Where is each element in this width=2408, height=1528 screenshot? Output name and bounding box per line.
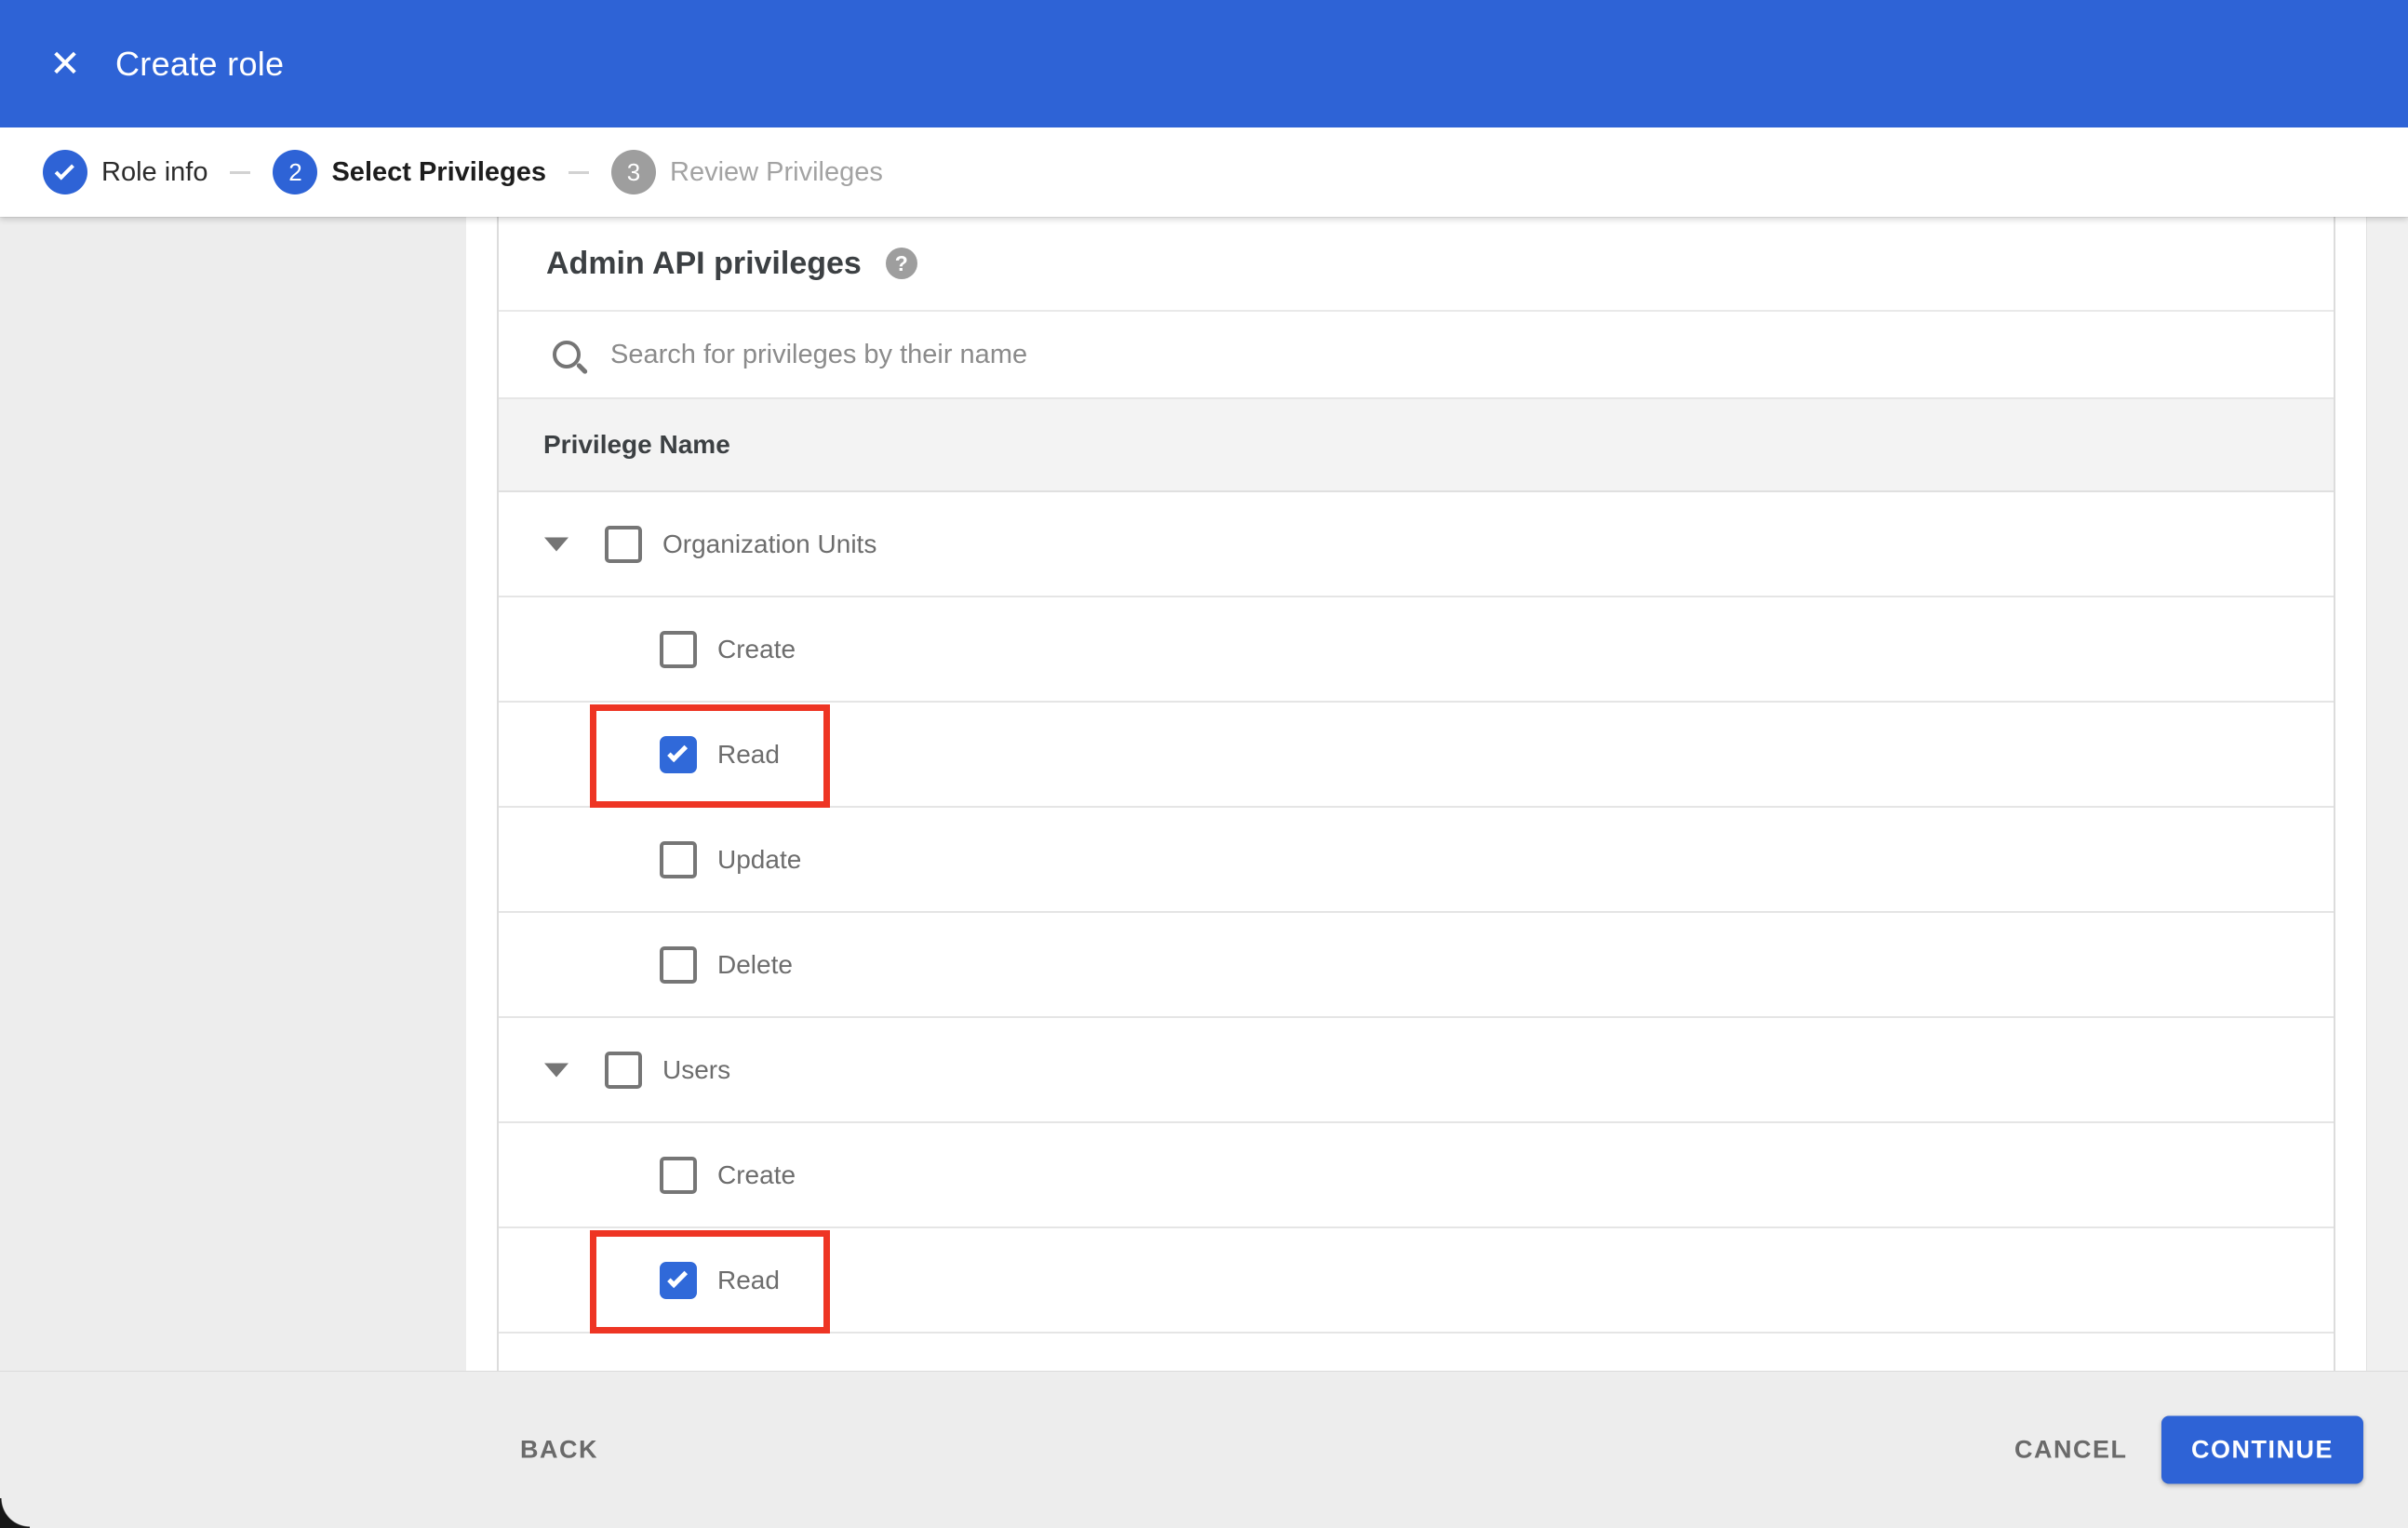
table-row[interactable]: Update <box>499 808 2334 913</box>
search-row <box>499 312 2334 399</box>
step-label: Role info <box>101 156 208 187</box>
privilege-checkbox[interactable] <box>660 945 697 984</box>
search-input[interactable] <box>610 339 2334 370</box>
privilege-label: Delete <box>717 949 793 979</box>
app-bar: ✕ Create role <box>0 0 2408 127</box>
step-number-circle: 2 <box>273 150 318 194</box>
table-row[interactable]: Users <box>499 1018 2334 1123</box>
collapse-caret-icon[interactable] <box>544 537 569 551</box>
close-icon[interactable]: ✕ <box>39 38 91 90</box>
column-header-privilege-name: Privilege Name <box>543 430 730 459</box>
privilege-checkbox[interactable] <box>605 525 642 563</box>
search-icon <box>553 341 581 369</box>
table-row[interactable]: Delete <box>499 913 2334 1018</box>
table-row[interactable]: Read <box>499 703 2334 808</box>
step-label: Select Privileges <box>331 156 546 187</box>
cancel-button[interactable]: CANCEL <box>2014 1436 2128 1465</box>
create-role-dialog: ✕ Create role Role info 2 Select Privile… <box>0 0 2408 1528</box>
privilege-checkbox[interactable] <box>605 1051 642 1089</box>
step-connector <box>230 170 251 174</box>
step-complete-circle <box>43 150 87 194</box>
step-select-privileges[interactable]: 2 Select Privileges <box>273 150 546 194</box>
step-number-circle: 3 <box>611 150 656 194</box>
stepper: Role info 2 Select Privileges 3 Review P… <box>0 127 2408 217</box>
table-row[interactable]: Read <box>499 1228 2334 1334</box>
step-label: Review Privileges <box>670 156 883 187</box>
step-role-info[interactable]: Role info <box>43 150 207 194</box>
dialog-title: Create role <box>115 44 285 83</box>
privilege-label: Update <box>717 844 802 874</box>
privilege-label: Create <box>717 1159 796 1189</box>
privilege-checkbox[interactable] <box>660 630 697 668</box>
left-background-panel <box>0 217 466 1528</box>
privilege-checkbox[interactable] <box>660 840 697 878</box>
privileges-table: Organization Units Create Read Update De… <box>499 492 2334 1334</box>
highlight-box <box>590 704 830 808</box>
card-heading-row: Admin API privileges ? <box>499 217 2334 312</box>
privilege-checkbox[interactable] <box>660 1156 697 1194</box>
privileges-card: Admin API privileges ? Privilege Name Or… <box>497 217 2335 1528</box>
continue-button[interactable]: CONTINUE <box>2161 1415 2363 1484</box>
privilege-label: Create <box>717 634 796 663</box>
privilege-label: Users <box>662 1054 731 1084</box>
right-background-strip <box>2366 217 2408 1528</box>
table-header-row: Privilege Name <box>499 399 2334 492</box>
highlight-box <box>590 1230 830 1334</box>
section-heading: Admin API privileges <box>546 245 862 281</box>
collapse-caret-icon[interactable] <box>544 1063 569 1077</box>
check-icon <box>54 160 74 181</box>
back-button[interactable]: BACK <box>520 1436 598 1465</box>
footer-bar: BACK CANCEL CONTINUE <box>0 1371 2408 1528</box>
help-icon[interactable]: ? <box>885 248 917 279</box>
table-row[interactable]: Create <box>499 1123 2334 1228</box>
step-review-privileges[interactable]: 3 Review Privileges <box>611 150 883 194</box>
step-connector <box>569 170 589 174</box>
privilege-label: Organization Units <box>662 529 877 558</box>
table-row[interactable]: Create <box>499 597 2334 703</box>
table-row[interactable]: Organization Units <box>499 492 2334 597</box>
window-corner <box>0 1498 30 1528</box>
